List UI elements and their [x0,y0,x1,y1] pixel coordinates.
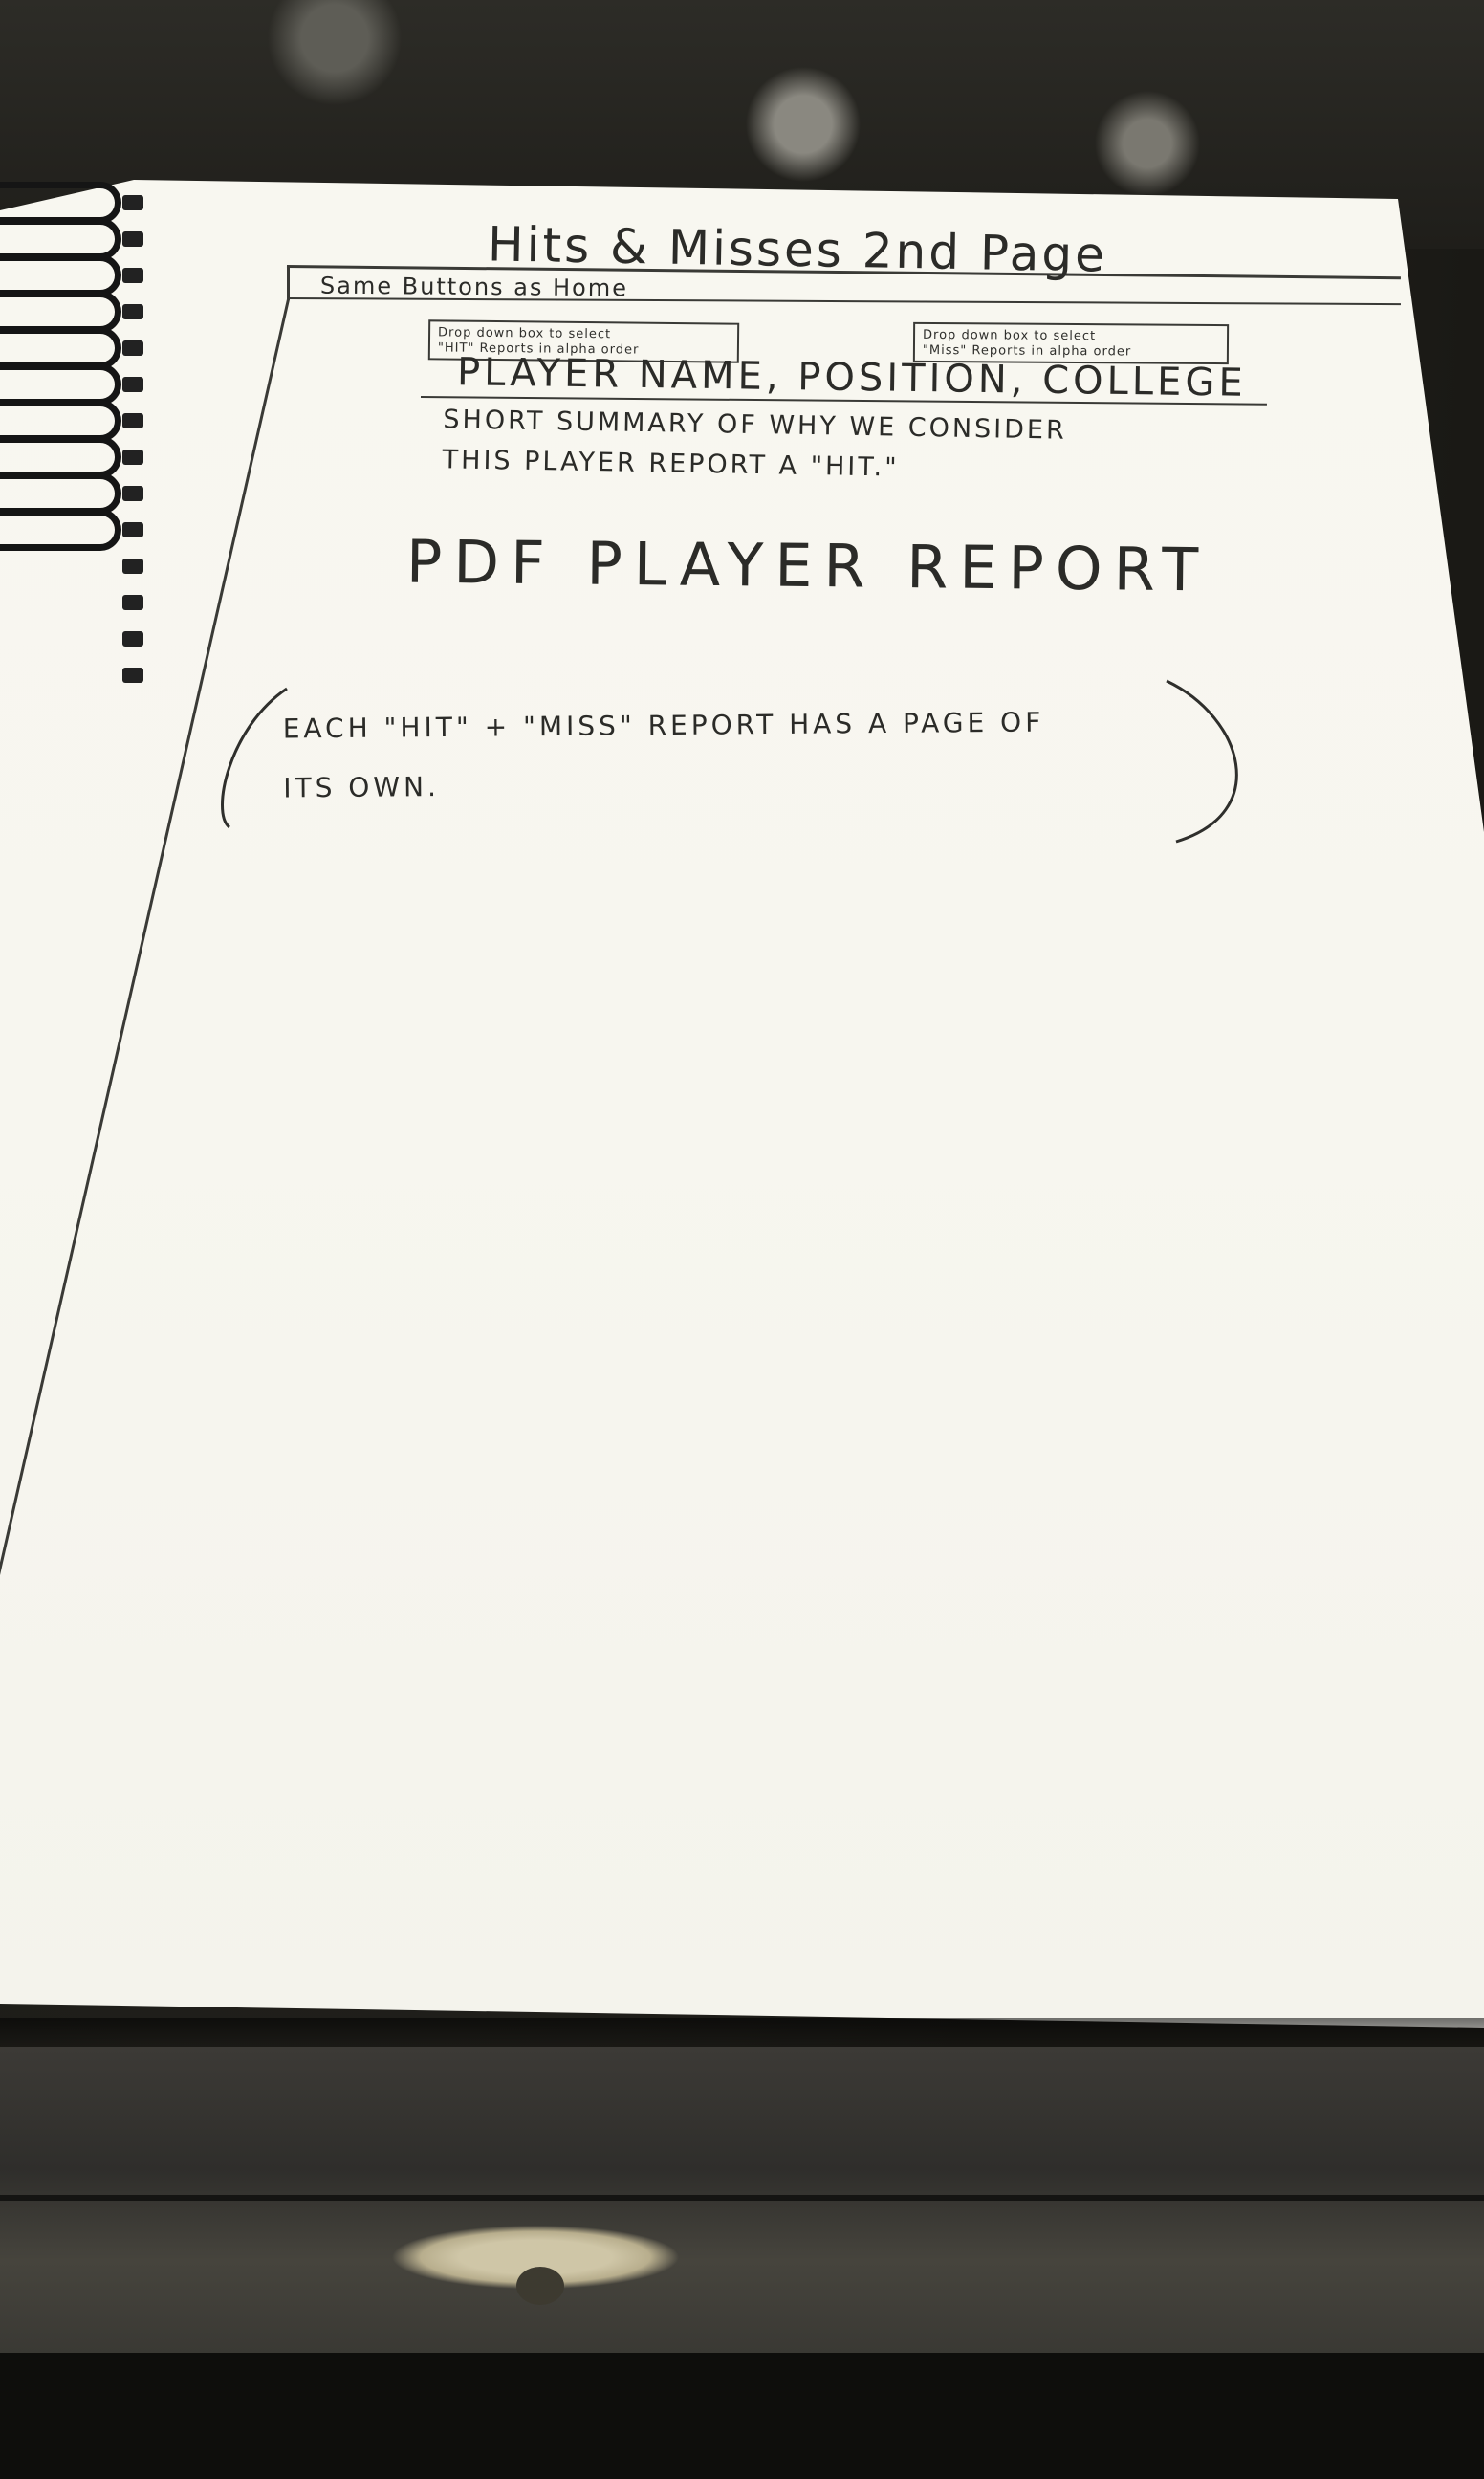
binding-hole [122,377,143,392]
wood-knot [516,2267,564,2305]
binding-hole [122,195,143,210]
binding-hole [122,486,143,501]
summary-block: SHORT SUMMARY OF WHY WE CONSIDER THIS PL… [442,400,1067,491]
binding-hole [122,413,143,428]
binding-hole [122,268,143,283]
note-line: EACH "HIT" + "MISS" REPORT HAS A PAGE OF [282,706,1045,745]
pdf-report-label: PDF PLAYER REPORT [405,526,1211,605]
binding-hole [122,231,143,247]
spiral-binding [0,182,153,717]
frame-header-left-edge [287,266,290,300]
binding-hole [122,631,143,647]
spiral-ring [0,509,121,551]
binding-hole [122,340,143,356]
binding-hole [122,559,143,574]
binding-hole [122,450,143,465]
floor-shadow [0,2353,1484,2479]
wood-seam [0,2195,1484,2201]
annotation-note: EACH "HIT" + "MISS" REPORT HAS A PAGE OF… [282,693,1045,819]
binding-hole [122,668,143,683]
binding-hole [122,304,143,319]
binding-hole [122,522,143,537]
sketch-title: Hits & Misses 2nd Page [487,216,1108,283]
note-line: ITS OWN. [283,771,441,804]
sketch-subtitle: Same Buttons as Home [319,272,629,302]
photo-scene: Hits & Misses 2nd Page Same Buttons as H… [0,0,1484,2479]
binding-hole [122,595,143,610]
